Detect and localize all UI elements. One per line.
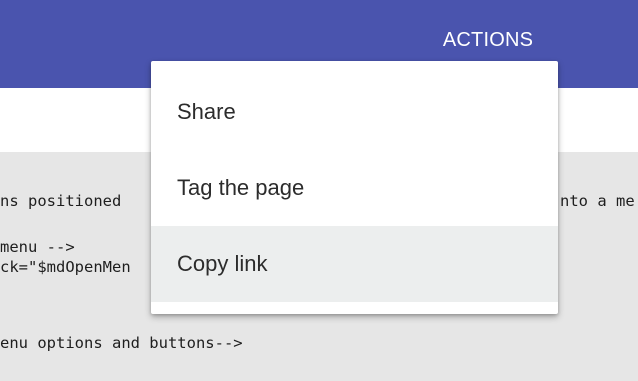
- code-line-2: menu -->: [0, 238, 75, 256]
- app-window: ACTIONS ns positioned nto a me menu --> …: [0, 0, 638, 381]
- menu-item-copy-link[interactable]: Copy link: [151, 226, 558, 302]
- code-line-3: ck="$mdOpenMen: [0, 258, 131, 276]
- code-line-1-right: nto a me: [560, 192, 635, 210]
- actions-button[interactable]: ACTIONS: [424, 22, 552, 58]
- menu-item-tag-the-page[interactable]: Tag the page: [151, 150, 558, 226]
- actions-dropdown-menu: Share Tag the page Copy link: [151, 61, 558, 314]
- code-line-1-left: ns positioned: [0, 192, 122, 210]
- code-line-4: enu options and buttons-->: [0, 334, 243, 352]
- menu-item-share[interactable]: Share: [151, 74, 558, 150]
